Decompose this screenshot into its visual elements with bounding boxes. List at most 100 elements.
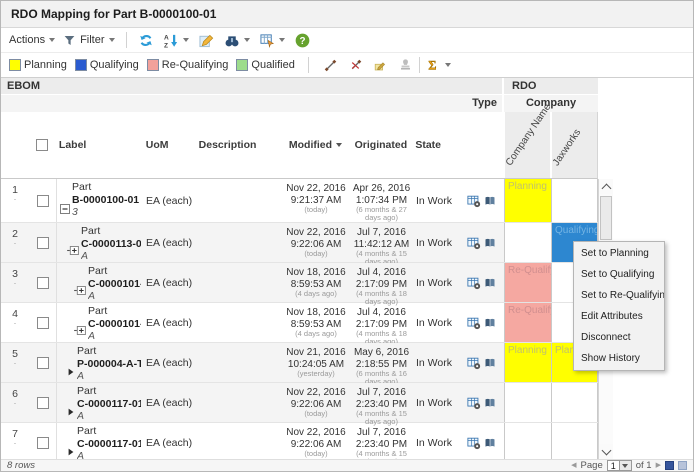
funnel-icon [63,34,76,47]
scrollbar-thumb[interactable] [600,196,612,240]
view-info-icon[interactable] [484,237,496,249]
part-number-link[interactable]: P-000004-A-TVX [77,358,141,370]
select-all-checkbox[interactable] [36,139,48,151]
company-name-status-cell[interactable]: Planning [504,343,551,382]
jaxworks-status-cell[interactable] [551,383,598,422]
disconnect-button[interactable] [349,59,362,72]
part-structure-icon[interactable] [467,396,481,410]
part-number-link[interactable]: C-0000113-01 [81,238,141,250]
connect-button[interactable] [324,59,337,72]
menu-item-set-to-planning[interactable]: Set to Planning [574,243,664,264]
expand-arrow-icon[interactable] [67,441,75,459]
uom-text: EA (each) [146,195,192,207]
filter-menu-button[interactable]: Filter [63,34,114,47]
rdo-mapping-window: RDO Mapping for Part B-0000100-01 Action… [0,0,694,472]
row-checkbox[interactable] [37,437,49,449]
menu-item-set-to-re-qualifying[interactable]: Set to Re-Qualifying [574,285,664,306]
time-text: 9:21:37 AM [291,195,342,206]
edit-button[interactable] [199,33,214,48]
compact-view-toggle-icon[interactable] [678,461,687,470]
chevron-down-icon [279,38,285,42]
page-dropdown[interactable] [619,461,631,470]
status-label: Qualifying [555,225,598,236]
actions-menu-button[interactable]: Actions [9,34,55,46]
company-name-status-cell[interactable]: Planning [504,179,551,222]
state-cell: In Work [414,223,458,262]
insert-node-icon[interactable] [74,279,86,302]
menu-item-set-to-qualifying[interactable]: Set to Qualifying [574,264,664,285]
menu-item-show-history[interactable]: Show History [574,348,664,369]
insert-node-icon[interactable] [67,239,79,262]
expand-arrow-icon[interactable] [67,361,75,382]
originated-cell: Jul 4, 20162:17:09 PM(4 months & 18 days… [349,303,414,342]
description-cell [196,263,283,302]
row-checkbox[interactable] [37,317,49,329]
show-history-button-disabled[interactable] [399,59,412,72]
part-structure-icon[interactable] [467,316,481,330]
part-structure-icon[interactable] [467,276,481,290]
summation-menu-button[interactable]: Σ [427,58,451,72]
view-info-icon[interactable] [484,317,496,329]
time-text: 2:18:55 PM [356,359,407,370]
edit-attributes-button[interactable] [374,59,387,72]
company-name-status-cell[interactable]: Re-Qualifying [504,303,551,342]
date-text: Nov 22, 2016 [286,427,346,438]
part-number-link[interactable]: C-0000117-01 [77,438,141,450]
date-text: Nov 18, 2016 [286,267,346,278]
jaxworks-status-cell[interactable] [551,423,598,459]
view-info-icon[interactable] [484,277,496,289]
part-structure-icon[interactable] [467,436,481,450]
state-text: In Work [416,195,452,207]
company-name-status-cell[interactable] [504,423,551,459]
row-number: 4· [1,303,29,342]
scroll-down-button[interactable] [599,444,613,459]
insert-node-icon[interactable] [74,319,86,342]
menu-item-edit-attributes[interactable]: Edit Attributes [574,306,664,327]
row-checkbox[interactable] [37,357,49,369]
export-button[interactable] [260,33,285,48]
label-cell: PartC-0000101-01A [56,303,141,342]
part-number-link[interactable]: C-0000117-01 [77,398,141,410]
view-info-icon[interactable] [484,397,496,409]
modified-column-header[interactable]: Modified [283,112,349,178]
page-select[interactable]: 1 [607,460,632,471]
part-structure-icon[interactable] [467,236,481,250]
table-row: 5·PartP-000004-A-TVXAEA (each)Nov 21, 20… [1,343,598,383]
refresh-button[interactable] [138,33,154,48]
part-structure-icon[interactable] [467,194,481,208]
company-name-status-cell[interactable] [504,223,551,262]
originated-column-header[interactable]: Originated [348,112,413,178]
company-name-status-cell[interactable] [504,383,551,422]
help-button[interactable]: ? [295,33,310,48]
find-button[interactable] [224,33,250,48]
jaxworks-status-cell[interactable] [551,179,598,222]
row-checkbox[interactable] [37,397,49,409]
collapse-node-icon[interactable] [60,195,70,222]
row-checkbox[interactable] [37,237,49,249]
view-info-icon[interactable] [484,195,496,207]
full-view-toggle-icon[interactable] [665,461,674,470]
row-checkbox[interactable] [37,277,49,289]
uom-text: EA (each) [146,277,192,289]
modified-cell: Nov 22, 20169:22:06 AM(today) [283,423,349,459]
part-number-link[interactable]: B-0000100-01 [72,194,139,206]
part-number-link[interactable]: C-0000101-01 [88,278,141,290]
scroll-up-button[interactable] [599,179,613,194]
view-info-icon[interactable] [484,357,496,369]
menu-item-disconnect[interactable]: Disconnect [574,327,664,348]
state-column-header[interactable]: State [413,112,457,178]
description-column-header[interactable]: Description [196,112,283,178]
uom-column-header[interactable]: UoM [141,112,196,178]
prev-page-icon[interactable]: ◀ [571,461,576,471]
expand-arrow-icon[interactable] [67,401,75,422]
view-info-icon[interactable] [484,437,496,449]
jaxworks-column-header: Jaxworks [550,112,597,178]
next-page-icon[interactable]: ▶ [656,461,661,471]
part-number-link[interactable]: C-0000101-01 [88,318,141,330]
sort-button[interactable]: AZ [164,33,189,48]
part-structure-icon[interactable] [467,356,481,370]
table-row: 2·PartC-0000113-01AEA (each)Nov 22, 2016… [1,223,598,263]
company-name-status-cell[interactable]: Re-Qualifying [504,263,551,302]
label-column-header[interactable]: Label [56,112,141,178]
row-checkbox[interactable] [37,195,49,207]
